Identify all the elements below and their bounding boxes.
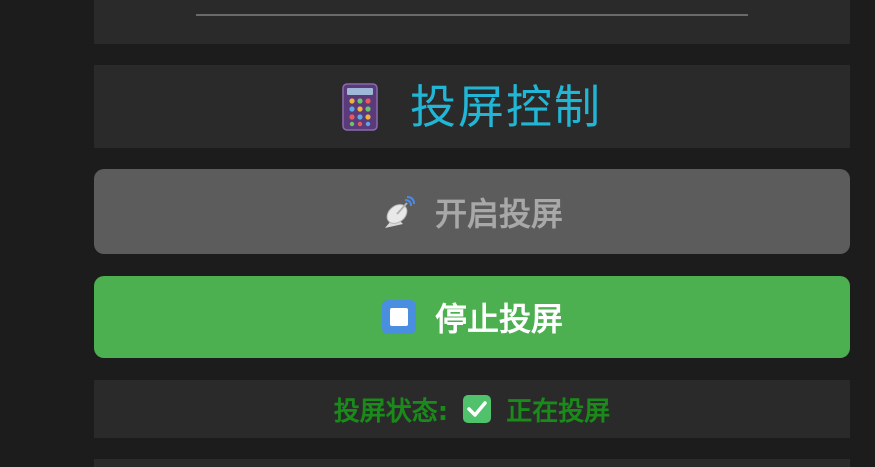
cast-status: 投屏状态: 正在投屏 — [94, 380, 850, 438]
stop-cast-button[interactable]: 停止投屏 — [94, 276, 850, 358]
calculator-phone-icon — [342, 82, 378, 131]
previous-panel — [94, 0, 850, 44]
stop-square-icon — [381, 299, 417, 335]
check-mark-icon — [462, 394, 492, 424]
satellite-dish-icon — [381, 194, 417, 230]
divider — [196, 14, 748, 16]
status-value: 正在投屏 — [506, 396, 611, 427]
status-label: 投屏状态: — [333, 396, 449, 427]
next-panel — [94, 459, 850, 467]
start-cast-label: 开启投屏 — [434, 194, 563, 233]
screen-cast-header: 投屏控制 — [94, 65, 850, 148]
section-title: 投屏控制 — [410, 79, 602, 134]
start-cast-button[interactable]: 开启投屏 — [94, 169, 850, 254]
stop-cast-label: 停止投屏 — [434, 300, 563, 338]
